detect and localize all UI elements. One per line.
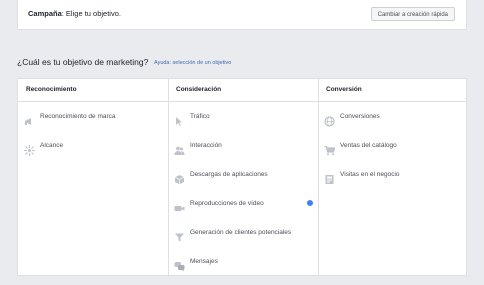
info-icon[interactable] <box>307 200 313 206</box>
objective-label: Mensajes <box>190 258 218 265</box>
megaphone-icon <box>24 111 35 125</box>
objective-app-installs[interactable]: Descargas de aplicaciones <box>168 160 318 189</box>
column-awareness: Reconocimiento Reconocimiento de marca A… <box>18 79 169 275</box>
objective-conversions[interactable]: Conversiones <box>318 102 466 131</box>
column-header: Conversión <box>318 79 466 102</box>
reach-icon <box>24 140 35 156</box>
column-consideration: Consideración Tráfico Interacción Descar… <box>168 79 319 275</box>
objective-label: Conversiones <box>340 113 380 120</box>
objective-label: Tráfico <box>190 113 210 120</box>
campaign-label: Campaña <box>28 9 62 18</box>
objective-video-views[interactable]: Reproducciones de vídeo <box>168 189 318 218</box>
campaign-header-card: Campaña: Elige tu objetivo. Cambiar a cr… <box>17 0 467 30</box>
globe-icon <box>324 111 335 127</box>
objective-label: Alcance <box>40 142 64 149</box>
objective-label: Visitas en el negocio <box>340 171 400 178</box>
store-icon <box>324 169 335 184</box>
people-icon <box>174 140 185 155</box>
objective-catalog-sales[interactable]: Ventas del catálogo <box>318 131 466 160</box>
campaign-text: : Elige tu objetivo. <box>61 9 121 18</box>
cursor-icon <box>174 111 185 126</box>
objective-label: Reproducciones de vídeo <box>190 200 264 207</box>
app-box-icon <box>174 169 185 185</box>
objective-label: Ventas del catálogo <box>340 142 397 149</box>
objective-store-visits[interactable]: Visitas en el negocio <box>318 160 466 189</box>
objective-traffic[interactable]: Tráfico <box>168 102 318 131</box>
video-icon <box>174 198 185 211</box>
objective-label: Generación de clientes potenciales <box>190 229 292 236</box>
page-title: ¿Cuál es tu objetivo de marketing? <box>17 57 149 67</box>
column-conversion: Conversión Conversiones Ventas del catál… <box>318 79 466 275</box>
objective-label: Descargas de aplicaciones <box>190 171 268 178</box>
objective-reach[interactable]: Alcance <box>18 131 168 160</box>
objective-lead-generation[interactable]: Generación de clientes potenciales <box>168 218 318 247</box>
objective-engagement[interactable]: Interacción <box>168 131 318 160</box>
objective-messages[interactable]: Mensajes <box>168 247 318 276</box>
objectives-panel: Reconocimiento Reconocimiento de marca A… <box>17 78 467 276</box>
help-link[interactable]: Ayuda: selección de un objetivo <box>154 60 231 66</box>
funnel-icon <box>174 227 185 242</box>
campaign-title: Campaña: Elige tu objetivo. <box>28 9 121 18</box>
column-header: Reconocimiento <box>18 79 168 102</box>
switch-quick-creation-button[interactable]: Cambiar a creación rápida <box>370 7 455 21</box>
objective-label: Reconocimiento de marca <box>40 113 116 120</box>
objective-brand-awareness[interactable]: Reconocimiento de marca <box>18 102 168 131</box>
objective-label: Interacción <box>190 142 222 149</box>
chat-bubbles-icon <box>174 256 185 272</box>
column-header: Consideración <box>168 79 318 102</box>
cart-icon <box>324 140 336 156</box>
